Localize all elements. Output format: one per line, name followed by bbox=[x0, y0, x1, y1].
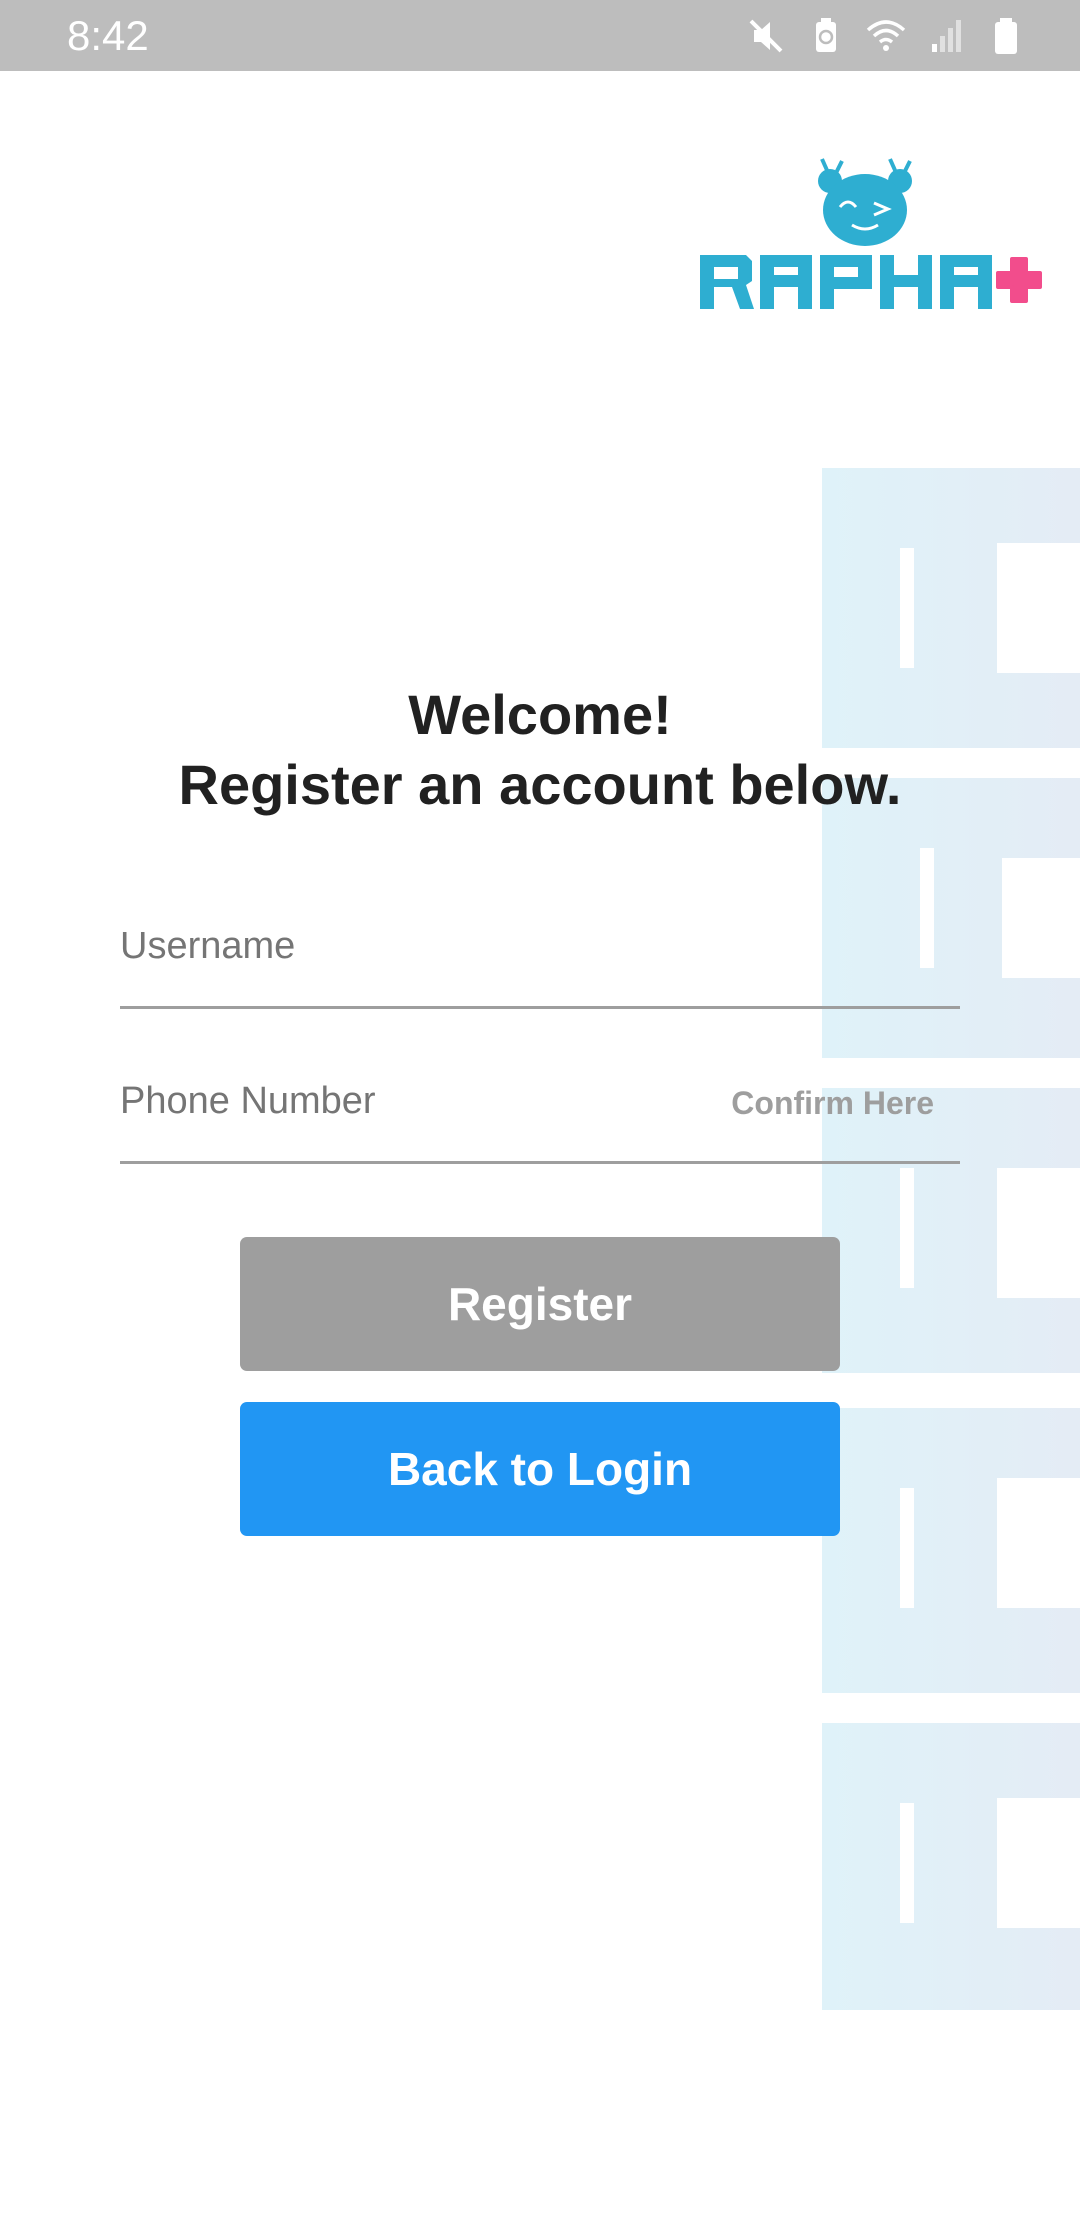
signal-icon bbox=[932, 20, 961, 52]
back-to-login-button[interactable]: Back to Login bbox=[240, 1402, 840, 1536]
logo-plus bbox=[996, 257, 1042, 303]
heading-line-2: Register an account below. bbox=[178, 753, 902, 816]
mascot-icon bbox=[818, 158, 912, 246]
heading-line-1: Welcome! bbox=[408, 683, 672, 746]
phone-number-input[interactable] bbox=[120, 1071, 720, 1131]
username-field[interactable] bbox=[120, 916, 960, 1009]
rapha-logo bbox=[700, 158, 1042, 309]
status-icons bbox=[746, 14, 1026, 58]
battery-saver-icon bbox=[816, 18, 836, 52]
welcome-heading: Welcome! Register an account below. bbox=[0, 680, 1080, 820]
mute-icon bbox=[749, 19, 783, 53]
status-bar: 8:42 bbox=[0, 0, 1080, 71]
register-button[interactable]: Register bbox=[240, 1237, 840, 1371]
username-input[interactable] bbox=[120, 916, 720, 976]
phone-number-field[interactable]: Confirm Here bbox=[120, 1071, 960, 1164]
confirm-here-link[interactable]: Confirm Here bbox=[731, 1085, 934, 1122]
battery-icon bbox=[995, 18, 1017, 54]
status-time: 8:42 bbox=[67, 12, 149, 59]
wifi-icon bbox=[866, 20, 906, 51]
logo-wordmark bbox=[700, 255, 992, 309]
